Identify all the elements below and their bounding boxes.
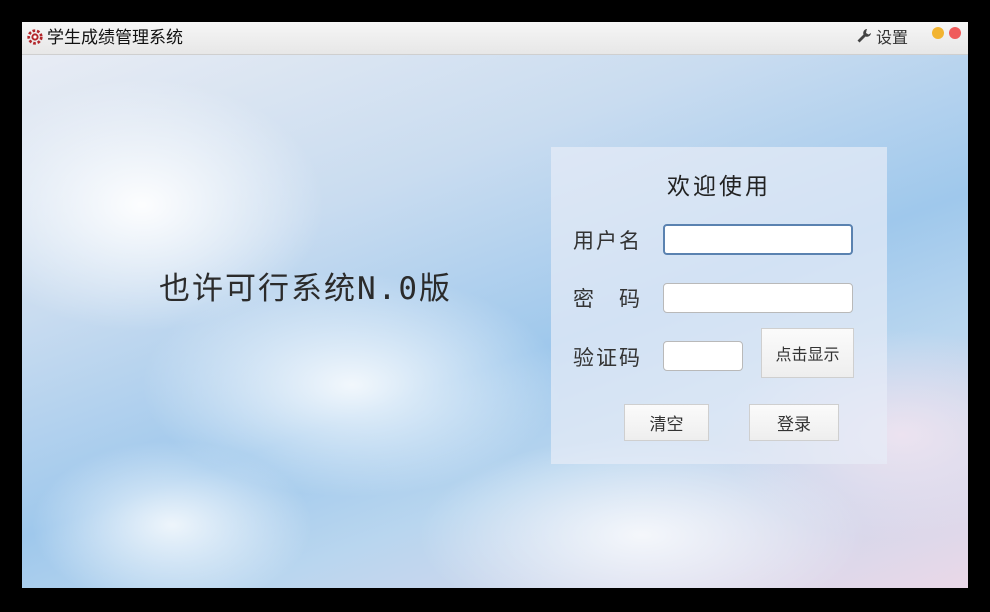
login-panel: 欢迎使用 用户名 密 码 验证码 点击显示 清空 登录 [551, 147, 887, 464]
main-content: 也许可行系统N.0版 欢迎使用 用户名 密 码 验证码 点击显示 清空 登录 [22, 55, 968, 588]
captcha-label: 验证码 [573, 346, 642, 370]
clear-button[interactable]: 清空 [624, 404, 709, 441]
password-input[interactable] [663, 283, 853, 313]
title-bar: 学生成绩管理系统 设置 [22, 22, 968, 55]
settings-label: 设置 [876, 28, 909, 47]
username-input[interactable] [663, 224, 853, 255]
window-title: 学生成绩管理系统 [47, 28, 183, 48]
password-label: 密 码 [573, 287, 642, 311]
settings-button[interactable]: 设置 [856, 25, 908, 47]
wrench-icon [857, 29, 871, 43]
show-captcha-button[interactable]: 点击显示 [761, 328, 854, 378]
gear-logo-icon [27, 29, 43, 45]
login-button[interactable]: 登录 [749, 404, 839, 441]
close-button[interactable] [949, 27, 961, 39]
welcome-heading: 欢迎使用 [667, 174, 771, 200]
username-label: 用户名 [573, 229, 642, 253]
system-slogan: 也许可行系统N.0版 [159, 271, 452, 307]
app-window: 学生成绩管理系统 设置 也许可行系统N.0版 欢迎使用 用户名 密 码 验证码 … [22, 22, 968, 588]
minimize-button[interactable] [932, 27, 944, 39]
captcha-input[interactable] [663, 341, 743, 371]
